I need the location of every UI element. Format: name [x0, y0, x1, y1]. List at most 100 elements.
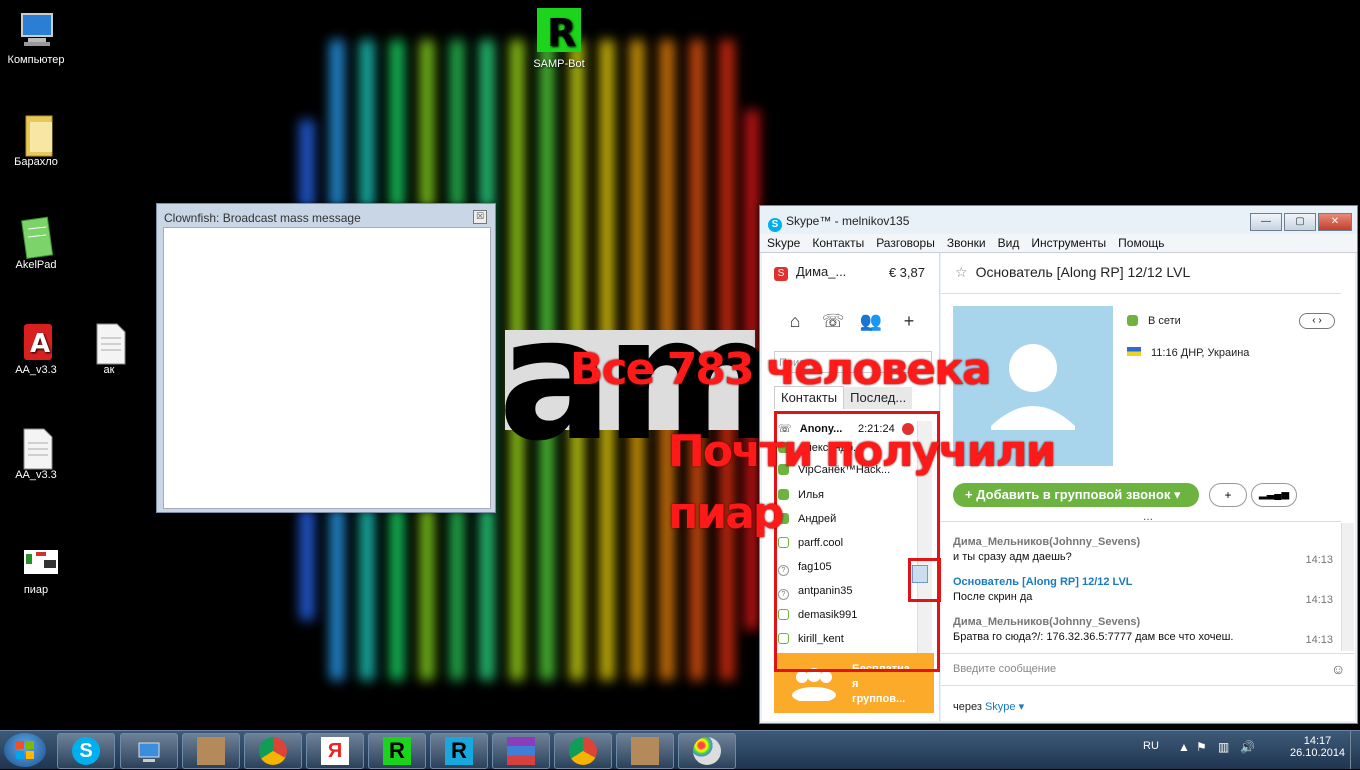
add-contact-icon[interactable]: + [890, 311, 928, 332]
presence-status: В сети [1127, 315, 1181, 327]
desktop-icon-folder[interactable]: Барахло [0, 112, 72, 168]
annotation-box-message-icon [908, 558, 941, 602]
taskbar-skype[interactable]: S [57, 733, 115, 769]
computer-icon [14, 10, 58, 50]
windows-logo-icon [16, 741, 34, 759]
menu-view[interactable]: Вид [991, 234, 1025, 250]
flag-icon[interactable]: ⚑ [1196, 740, 1207, 754]
clock[interactable]: 14:17 26.10.2014 [1290, 735, 1345, 759]
skype-icon: S [72, 737, 100, 765]
svg-text:A: A [30, 329, 50, 359]
maximize-button[interactable]: ▢ [1284, 213, 1316, 231]
yandex-icon: Я [321, 737, 349, 765]
group-icon[interactable]: 👥 [852, 311, 890, 332]
language-indicator[interactable]: RU [1143, 740, 1159, 752]
samp-bot-icon: R [535, 6, 583, 55]
taskbar-samp-bot[interactable]: R [368, 733, 426, 769]
status-dropdown-icon[interactable]: S [774, 267, 788, 281]
chat-scrollbar[interactable] [1341, 523, 1354, 651]
divider [941, 685, 1355, 686]
text-file-icon [14, 425, 58, 470]
window-titlebar: S Skype™ - melnikov135 [768, 214, 909, 232]
network-icon [135, 737, 163, 765]
toolbar-icons: ⌂ ☏ 👥 + [776, 311, 936, 332]
message-input[interactable]: Введите сообщение [941, 653, 1355, 683]
divider [941, 293, 1341, 294]
network-tray-icon[interactable]: ▥ [1218, 740, 1229, 754]
desktop-icon-label: SAMP-Bot [533, 58, 585, 70]
send-via: через Skype ▾ [953, 701, 1025, 713]
account-name[interactable]: S Дима_... [774, 264, 846, 281]
desktop-icon-piar[interactable]: пиар [0, 540, 72, 596]
window-title: Skype™ - melnikov135 [786, 214, 910, 228]
online-icon [1127, 315, 1138, 326]
taskbar-app-avatar-2[interactable] [616, 733, 674, 769]
avatar-app-icon [631, 737, 659, 765]
message-text-area[interactable] [163, 227, 491, 509]
svg-text:R: R [547, 11, 576, 54]
menu-help[interactable]: Помощь [1111, 234, 1169, 250]
desktop-icon-samp-bot[interactable]: R SAMP-Bot [523, 6, 595, 70]
menu-skype[interactable]: Skype [760, 234, 805, 250]
menu-contacts[interactable]: Контакты [805, 234, 869, 250]
close-button[interactable]: ✕ [1318, 213, 1352, 231]
app-a-icon: A [14, 320, 58, 360]
chat-message: Дима_Мельников(Johnny_Sevens) Братва го … [953, 616, 1333, 646]
taskbar-yandex[interactable]: Я [306, 733, 364, 769]
notepad-icon [14, 215, 58, 260]
taskbar-paint[interactable] [678, 733, 736, 769]
overlay-caption-line1: Все 783 человека [570, 344, 992, 395]
taskbar-winrar[interactable] [492, 733, 550, 769]
desktop-icon-ak[interactable]: ак [73, 320, 145, 376]
chrome-icon [259, 737, 287, 765]
chat-message: Основатель [Along RP] 12/12 LVL После ск… [953, 576, 1333, 606]
phone-icon[interactable]: ☏ [814, 311, 852, 332]
conversation-panel: ☆ Основатель [Along RP] 12/12 LVL В сети … [941, 253, 1355, 721]
volume-icon[interactable]: 🔊 [1240, 740, 1255, 754]
send-via-dropdown[interactable]: Skype ▾ [985, 701, 1024, 713]
paint-icon [693, 737, 721, 765]
taskbar-app-avatar[interactable] [182, 733, 240, 769]
conversation-title: ☆ Основатель [Along RP] 12/12 LVL [955, 264, 1191, 280]
emoticon-icon[interactable]: ☺ [1331, 661, 1345, 677]
desktop-icon-akelpad[interactable]: AkelPad [0, 215, 72, 271]
image-file-icon [14, 540, 58, 580]
overlay-caption-line3: пиар [668, 488, 784, 539]
skype-logo-icon: S [768, 218, 782, 232]
minimize-button[interactable]: — [1250, 213, 1282, 231]
text-file-icon [87, 320, 131, 365]
star-icon[interactable]: ☆ [955, 264, 968, 280]
desktop-icon-computer[interactable]: Компьютер [0, 10, 72, 66]
call-quality-button[interactable]: ▂▃▄▅ [1251, 483, 1297, 507]
show-desktop-button[interactable] [1350, 731, 1360, 769]
avatar-app-icon [197, 737, 225, 765]
overlay-caption-line2: Почти получили [668, 426, 1057, 477]
add-button[interactable]: + [1209, 483, 1247, 507]
add-to-group-call-button[interactable]: + Добавить в групповой звонок ▾ [953, 483, 1199, 507]
start-button[interactable] [4, 733, 46, 767]
samp-bot-icon: R [383, 737, 411, 765]
clownfish-broadcast-window[interactable]: Clownfish: Broadcast mass message ☒ [156, 203, 496, 513]
skype-credit[interactable]: € 3,87 [889, 265, 925, 280]
desktop-icon-aa-text[interactable]: AA_v3.3 [0, 425, 72, 481]
home-icon[interactable]: ⌂ [776, 311, 814, 332]
taskbar-network[interactable] [120, 733, 178, 769]
taskbar-samp-bot-2[interactable]: R [430, 733, 488, 769]
menu-tools[interactable]: Инструменты [1024, 234, 1111, 250]
menu-conversations[interactable]: Разговоры [869, 234, 940, 250]
close-button[interactable]: ☒ [473, 210, 487, 224]
folder-icon [14, 112, 58, 157]
menu-calls[interactable]: Звонки [940, 234, 991, 250]
chat-message: Дима_Мельников(Johnny_Sevens) и ты сразу… [953, 536, 1333, 566]
taskbar: S Я R R RU ▲ ⚑ ▥ 🔊 14:17 26.10.2014 [0, 730, 1360, 769]
taskbar-chrome-2[interactable] [554, 733, 612, 769]
samp-bot-icon: R [445, 737, 473, 765]
tray-arrow-icon[interactable]: ▲ [1178, 740, 1190, 754]
menu-bar: Skype Контакты Разговоры Звонки Вид Инструмен… [760, 234, 1357, 253]
desktop-icon-aa[interactable]: A AA_v3.3 [0, 320, 72, 376]
taskbar-chrome[interactable] [244, 733, 302, 769]
chrome-icon [569, 737, 597, 765]
profile-nav-arrows[interactable]: ‹ › [1299, 313, 1335, 329]
location: 11:16 ДНР, Украина [1127, 347, 1249, 359]
desktop-icon-label: Компьютер [7, 54, 65, 66]
